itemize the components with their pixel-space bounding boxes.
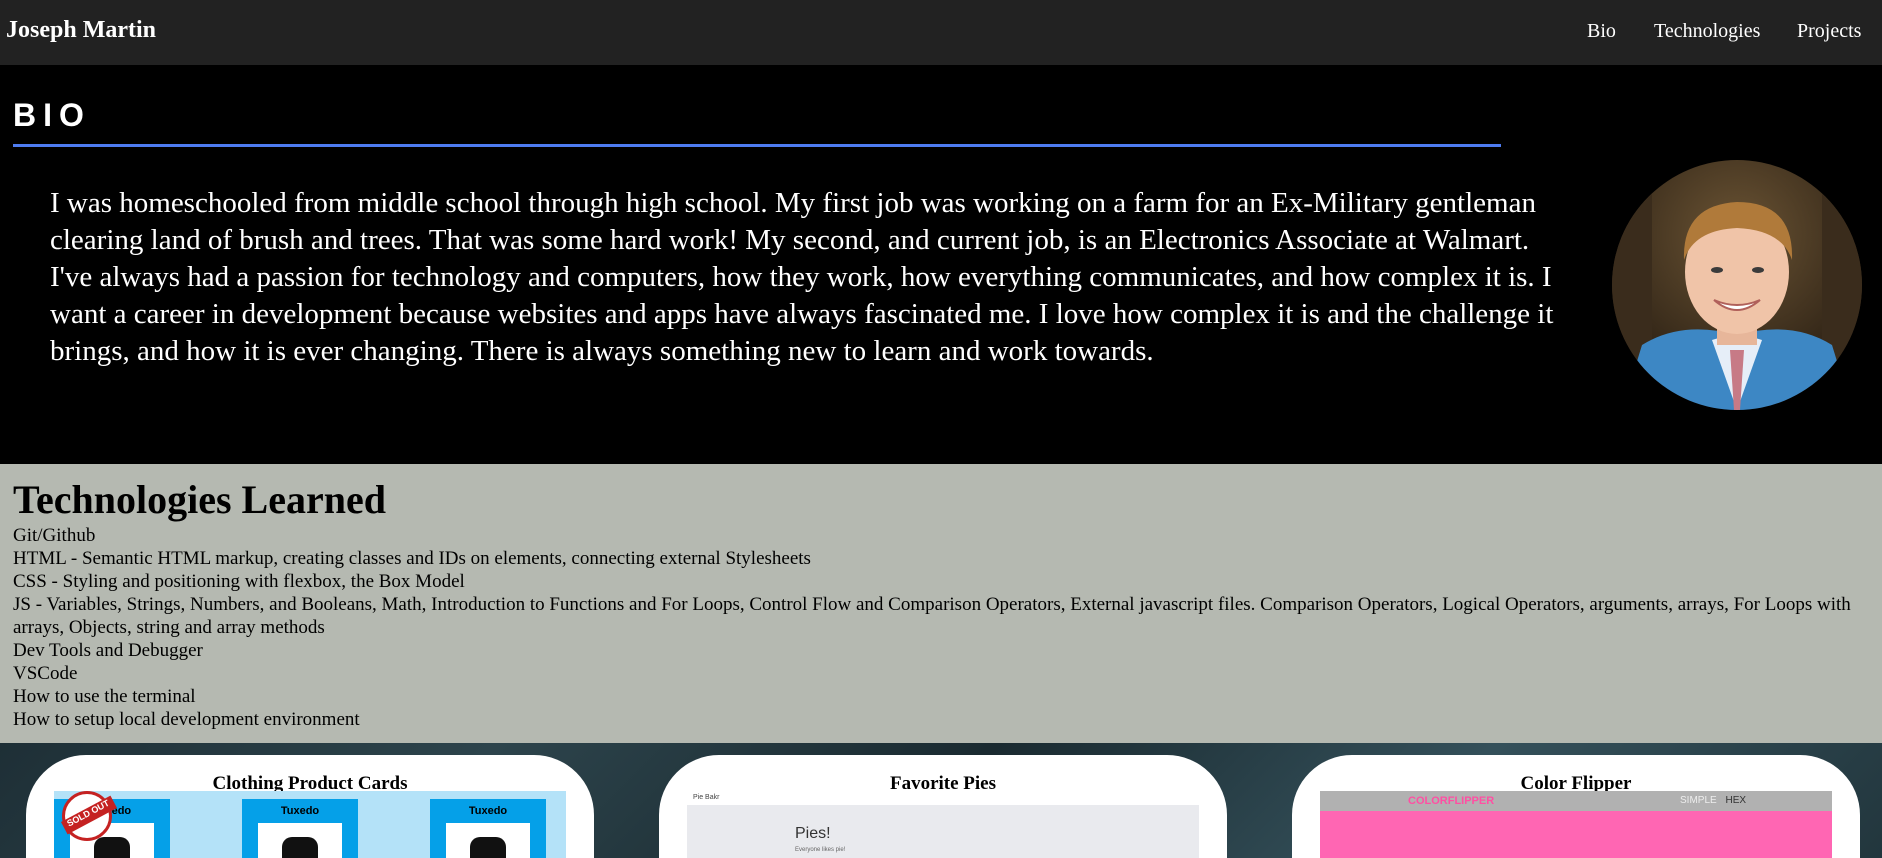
list-item: JS - Variables, Strings, Numbers, and Bo… xyxy=(13,594,1851,638)
sold-out-badge: SOLD OUT xyxy=(60,791,118,841)
bio-divider xyxy=(13,144,1501,147)
bio-paragraph: I was homeschooled from middle school th… xyxy=(50,187,1554,367)
project-card-pies[interactable]: Favorite Pies Pie Bakr Pies! Everyone li… xyxy=(659,755,1227,858)
list-item: Dev Tools and Debugger xyxy=(13,640,203,661)
bio-heading: BIO xyxy=(13,97,91,133)
project-card-clothing[interactable]: Clothing Product Cards Tuxedo SOLD OUT T… xyxy=(26,755,594,858)
bio-section: BIO I was homeschooled from middle schoo… xyxy=(0,65,1882,464)
list-item: Git/Github xyxy=(13,525,96,546)
tuxedo-image xyxy=(258,823,342,858)
project-thumbnail[interactable]: COLORFLIPPER SIMPLE HEX xyxy=(1320,791,1832,858)
product-label: Tuxedo xyxy=(280,805,320,817)
pies-subheading: Everyone likes pie! xyxy=(795,847,846,853)
profile-photo xyxy=(1612,160,1862,410)
list-item: HTML - Semantic HTML markup, creating cl… xyxy=(13,548,811,569)
pies-brand: Pie Bakr xyxy=(693,794,720,801)
site-brand[interactable]: Joseph Martin xyxy=(6,17,156,44)
projects-section: Clothing Product Cards Tuxedo SOLD OUT T… xyxy=(0,743,1882,858)
pies-navbar: Pie Bakr xyxy=(687,791,1199,806)
project-thumbnail[interactable]: Tuxedo SOLD OUT Tuxedo Tuxedo xyxy=(54,791,566,858)
product-card-preview: Tuxedo xyxy=(242,799,358,858)
list-item: How to use the terminal xyxy=(13,686,196,707)
color-flipper-nav-simple: SIMPLE xyxy=(1680,795,1717,806)
nav-link-projects[interactable]: Projects xyxy=(1797,20,1861,43)
pies-hero: Pies! Everyone likes pie! xyxy=(687,805,1199,858)
product-card-preview: Tuxedo xyxy=(430,799,546,858)
tuxedo-image xyxy=(446,823,530,858)
list-item: VSCode xyxy=(13,663,78,684)
technologies-heading: Technologies Learned xyxy=(13,477,386,522)
list-item: How to setup local development environme… xyxy=(13,709,360,730)
product-label: Tuxedo xyxy=(468,805,508,817)
color-flipper-logo: COLORFLIPPER xyxy=(1408,795,1495,807)
technologies-list: Git/Github HTML - Semantic HTML markup, … xyxy=(13,524,1875,731)
top-navbar: Joseph Martin Bio Technologies Projects xyxy=(0,0,1882,65)
technologies-section: Technologies Learned Git/Github HTML - S… xyxy=(0,464,1882,743)
project-thumbnail[interactable]: Pie Bakr Pies! Everyone likes pie! xyxy=(687,791,1199,858)
nav-link-bio[interactable]: Bio xyxy=(1587,20,1616,43)
list-item: CSS - Styling and positioning with flexb… xyxy=(13,571,465,592)
nav-link-technologies[interactable]: Technologies xyxy=(1654,20,1760,43)
project-card-color-flipper[interactable]: Color Flipper COLORFLIPPER SIMPLE HEX xyxy=(1292,755,1860,858)
color-flipper-nav-hex: HEX xyxy=(1725,795,1747,806)
pies-heading: Pies! xyxy=(795,825,831,842)
color-flipper-background xyxy=(1320,811,1832,858)
color-flipper-navbar: COLORFLIPPER SIMPLE HEX xyxy=(1320,791,1832,811)
